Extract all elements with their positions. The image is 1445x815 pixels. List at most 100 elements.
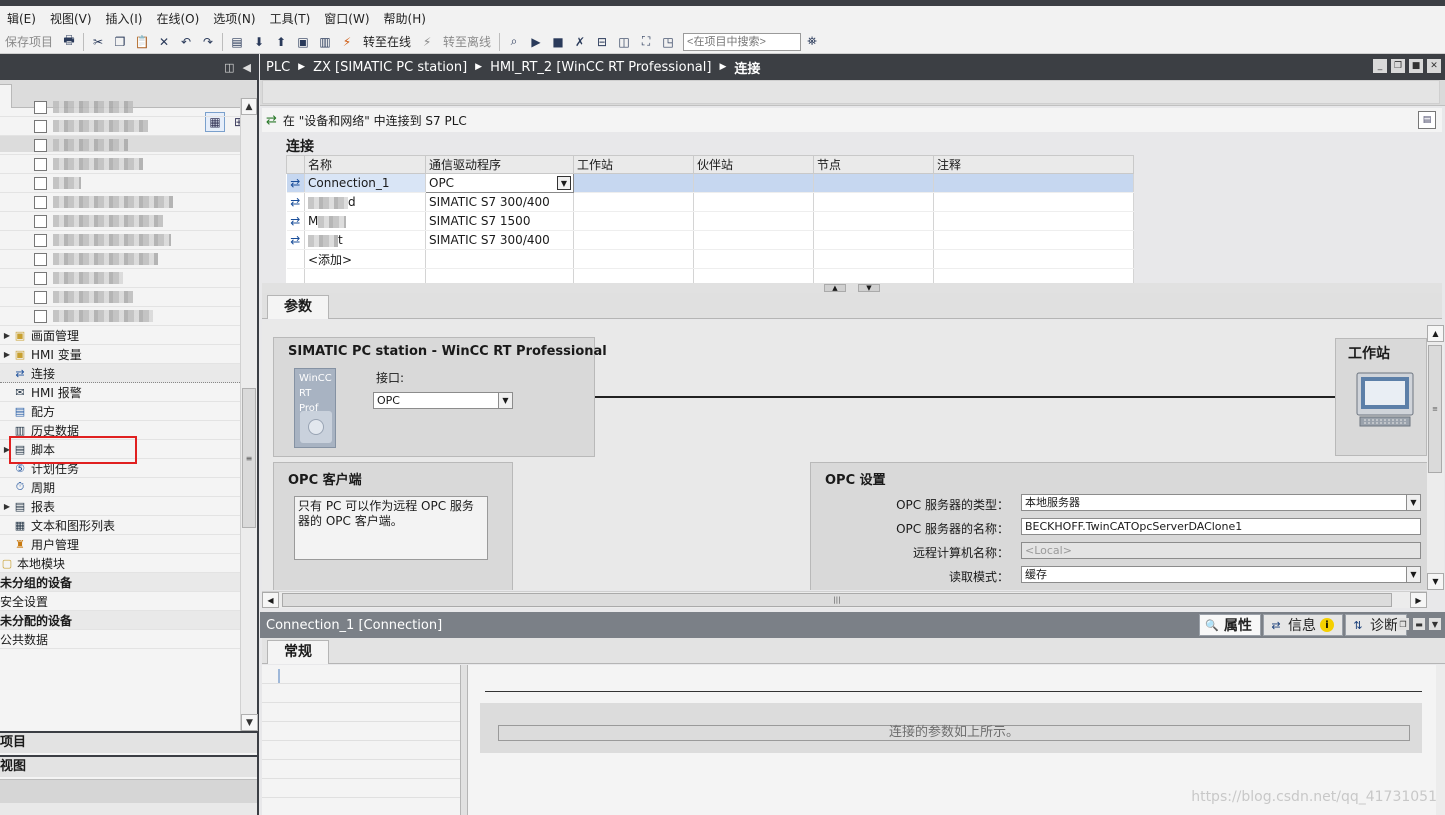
- connection-name-cell[interactable]: t: [304, 230, 426, 250]
- undo-icon[interactable]: ↶: [176, 32, 196, 52]
- expand-arrow-icon[interactable]: ▶: [2, 350, 12, 359]
- menu-edit[interactable]: 辑(E): [0, 10, 43, 27]
- editor-splitter[interactable]: ▲ ▼: [262, 283, 1442, 293]
- node-cell[interactable]: [813, 192, 934, 212]
- go-offline-icon[interactable]: ⚡: [417, 32, 437, 52]
- network-connect-icon[interactable]: ⇄: [266, 113, 277, 128]
- copy-icon[interactable]: ❐: [110, 32, 130, 52]
- tree-item-recipes[interactable]: ▤ 配方: [0, 402, 240, 421]
- expand-arrow-icon[interactable]: ▶: [2, 445, 12, 454]
- breadcrumb-plc[interactable]: PLC: [266, 60, 290, 75]
- table-add-row[interactable]: <添加>: [286, 249, 1134, 269]
- workstation-cell[interactable]: [573, 173, 694, 193]
- scroll-left-icon[interactable]: ◀: [262, 592, 279, 608]
- print-icon[interactable]: 🖶: [59, 32, 79, 52]
- tree-item-scripts[interactable]: ▶ ▤ 脚本: [0, 440, 240, 459]
- tree-item[interactable]: [0, 98, 240, 117]
- partner-cell[interactable]: [693, 230, 814, 250]
- read-mode-select[interactable]: 缓存 ▼: [1021, 566, 1421, 583]
- split-vertical-icon[interactable]: ◫: [614, 32, 634, 52]
- view-bar[interactable]: 视图: [0, 755, 257, 777]
- tab-properties[interactable]: 🔍 属性: [1199, 614, 1261, 636]
- scroll-up-icon[interactable]: ▲: [1427, 325, 1444, 342]
- tree-item-common-data[interactable]: 公共数据: [0, 630, 240, 649]
- breadcrumb-hmi[interactable]: HMI_RT_2 [WinCC RT Professional]: [490, 60, 711, 75]
- paste-icon[interactable]: 📋: [132, 32, 152, 52]
- inspector-scrollbar[interactable]: [1436, 665, 1445, 815]
- search-binoculars-icon[interactable]: ⛯: [802, 32, 822, 52]
- tree-item[interactable]: [0, 212, 240, 231]
- tree-item-security-settings[interactable]: 安全设置: [0, 592, 240, 611]
- dropdown-arrow-icon[interactable]: ▼: [498, 393, 512, 408]
- breadcrumb-station[interactable]: ZX [SIMATIC PC station]: [313, 60, 467, 75]
- tree-item-ungrouped-devices[interactable]: 未分组的设备: [0, 573, 240, 592]
- menu-help[interactable]: 帮助(H): [377, 10, 433, 27]
- menu-tools[interactable]: 工具(T): [263, 10, 318, 27]
- wincc-rt-card[interactable]: WinCC RT Prof: [294, 368, 336, 448]
- node-cell[interactable]: [813, 211, 934, 231]
- expand-arrow-icon[interactable]: ▶: [2, 331, 12, 340]
- table-row[interactable]: ⇄ Connection_1 OPC ▼: [286, 173, 1134, 193]
- server-name-input[interactable]: BECKHOFF.TwinCATOpcServerDAClone1: [1021, 518, 1421, 535]
- export-icon[interactable]: ▤: [1418, 111, 1436, 129]
- minimize-icon[interactable]: ▬: [1413, 618, 1425, 630]
- parameters-vertical-scrollbar[interactable]: ▲ ≡ ▼: [1427, 325, 1444, 590]
- cut-icon[interactable]: ✂: [88, 32, 108, 52]
- delete-icon[interactable]: ✕: [154, 32, 174, 52]
- scroll-down-icon[interactable]: ▼: [1427, 573, 1444, 590]
- node-cell[interactable]: [813, 230, 934, 250]
- column-partner[interactable]: 伙伴站: [693, 155, 814, 174]
- tree-item-historical-data[interactable]: ▥ 历史数据: [0, 421, 240, 440]
- scroll-up-icon[interactable]: ▲: [241, 98, 257, 115]
- add-connection-cell[interactable]: <添加>: [304, 249, 426, 269]
- partner-cell[interactable]: [693, 173, 814, 193]
- collapse-icon[interactable]: ▼: [1429, 618, 1441, 630]
- upload-icon[interactable]: ⬆: [271, 32, 291, 52]
- editor-info-text[interactable]: 在 "设备和网络" 中连接到 S7 PLC: [283, 112, 467, 129]
- splitter-up-icon[interactable]: ▲: [824, 284, 846, 292]
- node-cell[interactable]: [813, 173, 934, 193]
- partner-cell[interactable]: [693, 192, 814, 212]
- save-project-button[interactable]: 保存项目: [1, 32, 57, 52]
- stop-cpu-icon[interactable]: ■: [548, 32, 568, 52]
- driver-cell[interactable]: SIMATIC S7 300/400: [425, 192, 574, 212]
- tree-item[interactable]: [0, 117, 240, 136]
- compile-icon[interactable]: ▤: [227, 32, 247, 52]
- tree-item-connections[interactable]: ⇄ 连接: [0, 364, 240, 383]
- tree-item[interactable]: [0, 231, 240, 250]
- partner-cell[interactable]: [693, 211, 814, 231]
- maximize-editor-icon[interactable]: ⛶: [636, 32, 656, 52]
- tree-item[interactable]: [0, 250, 240, 269]
- maximize-icon[interactable]: ■: [1409, 59, 1423, 73]
- tab-info[interactable]: ⇄ 信息 i: [1263, 614, 1343, 636]
- comment-cell[interactable]: [933, 230, 1134, 250]
- comment-cell[interactable]: [933, 192, 1134, 212]
- remote-computer-input[interactable]: <Local>: [1021, 542, 1421, 559]
- column-comment[interactable]: 注释: [933, 155, 1134, 174]
- scroll-down-icon[interactable]: ▼: [241, 714, 258, 731]
- driver-cell[interactable]: SIMATIC S7 300/400: [425, 230, 574, 250]
- start-simulation-icon[interactable]: ▣: [293, 32, 313, 52]
- connection-name-cell[interactable]: d: [304, 192, 426, 212]
- go-online-icon[interactable]: ⚡: [337, 32, 357, 52]
- redo-icon[interactable]: ↷: [198, 32, 218, 52]
- go-offline-button[interactable]: 转至离线: [439, 32, 495, 52]
- menu-options[interactable]: 选项(N): [206, 10, 262, 27]
- tree-item-text-graphic-lists[interactable]: ▦ 文本和图形列表: [0, 516, 240, 535]
- scroll-thumb[interactable]: ≡: [1428, 345, 1442, 473]
- driver-cell[interactable]: OPC ▼: [425, 173, 574, 193]
- menu-window[interactable]: 窗口(W): [317, 10, 376, 27]
- expand-arrow-icon[interactable]: ▶: [2, 502, 12, 511]
- project-tree-scrollbar[interactable]: ▲ ≡ ▼: [240, 98, 258, 731]
- workstation-cell[interactable]: [573, 192, 694, 212]
- tree-item-reports[interactable]: ▶ ▤ 报表: [0, 497, 240, 516]
- stop-simulation-icon[interactable]: ▥: [315, 32, 335, 52]
- table-row[interactable]: ⇄ M SIMATIC S7 1500: [286, 211, 1134, 231]
- tree-item-hmi-alarms[interactable]: ✉ HMI 报警: [0, 383, 240, 402]
- tree-item[interactable]: [0, 307, 240, 326]
- splitter-down-icon[interactable]: ▼: [858, 284, 880, 292]
- column-node[interactable]: 节点: [813, 155, 934, 174]
- tree-item-unassigned-devices[interactable]: 未分配的设备: [0, 611, 240, 630]
- download-icon[interactable]: ⬇: [249, 32, 269, 52]
- connection-name-cell[interactable]: M: [304, 211, 426, 231]
